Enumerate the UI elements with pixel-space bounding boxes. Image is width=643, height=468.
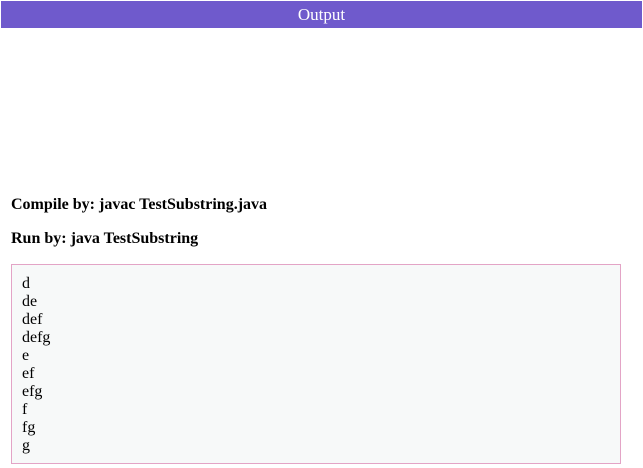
output-line: fg xyxy=(22,419,36,436)
output-line: ef xyxy=(22,365,35,382)
output-line: d xyxy=(22,275,30,292)
output-line: defg xyxy=(22,329,51,346)
output-line: efg xyxy=(22,383,43,400)
output-line: de xyxy=(22,293,38,310)
program-output-lines: d de def defg e ef efg f fg g xyxy=(22,275,50,455)
output-line: g xyxy=(22,437,30,454)
output-line: e xyxy=(22,347,30,364)
program-output-box: d de def defg e ef efg f fg g xyxy=(11,264,621,464)
output-line: f xyxy=(22,401,28,418)
output-title: Output xyxy=(297,5,346,24)
output-line: def xyxy=(22,311,43,328)
output-header: Output xyxy=(1,1,642,28)
run-command: Run by: java TestSubstring xyxy=(11,230,199,247)
compile-command: Compile by: javac TestSubstring.java xyxy=(11,196,268,213)
